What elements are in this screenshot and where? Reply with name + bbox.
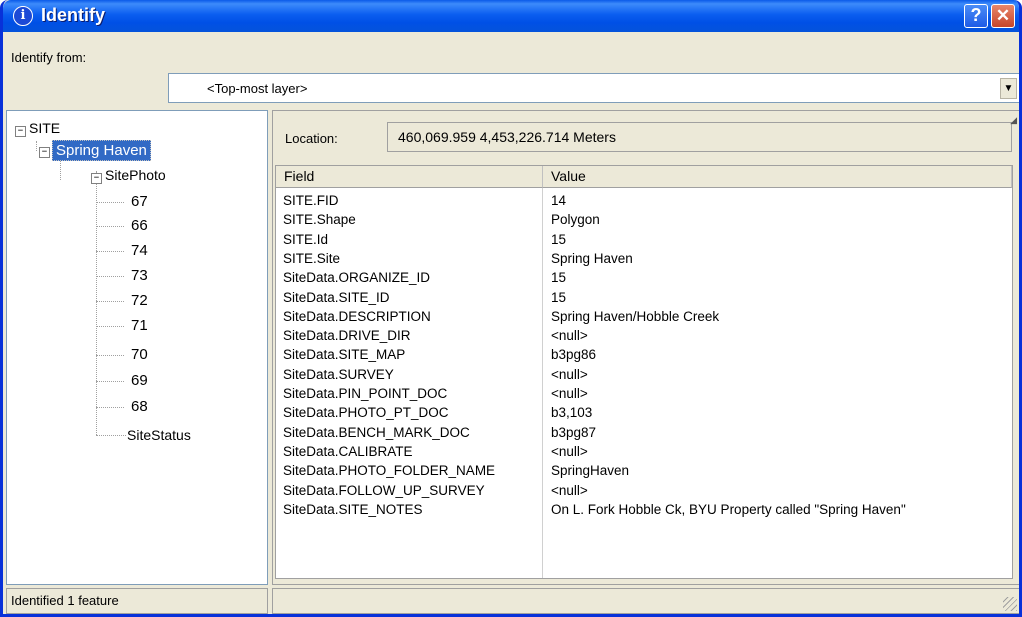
column-header-field[interactable]: Field	[276, 166, 543, 188]
field-cell: SiteData.ORGANIZE_ID	[283, 270, 431, 286]
table-row[interactable]: SiteData.SURVEY <null>	[276, 365, 1012, 384]
field-cell: SITE.Site	[283, 250, 341, 266]
value-cell: 14	[551, 193, 567, 208]
field-cell: SiteData.CALIBRATE	[283, 443, 413, 459]
value-cell: 15	[551, 289, 567, 305]
table-row[interactable]: SiteData.SITE_ID 15	[276, 288, 1012, 307]
table-row[interactable]: SiteData.FOLLOW_UP_SURVEY <null>	[276, 481, 1012, 500]
value-cell: Spring Haven	[551, 250, 633, 266]
table-row[interactable]: SiteData.DRIVE_DIR <null>	[276, 326, 1012, 345]
resize-grip-icon[interactable]	[1003, 597, 1017, 611]
tree-node-site[interactable]: SITE	[29, 120, 60, 136]
tree-node-photo-item[interactable]: 67	[131, 193, 148, 210]
value-cell: 15	[551, 231, 567, 247]
pin-icon[interactable]: ◢	[1010, 115, 1017, 126]
table-row[interactable]: SITE.Site Spring Haven	[276, 249, 1012, 268]
tree-node-sitephoto[interactable]: SitePhoto	[105, 167, 166, 183]
field-cell: SiteData.FOLLOW_UP_SURVEY	[283, 482, 485, 498]
field-cell: SiteData.PHOTO_FOLDER_NAME	[283, 463, 496, 479]
identify-from-label: Identify from:	[11, 50, 87, 65]
value-cell: Polygon	[551, 212, 600, 228]
close-button[interactable]: ✕	[991, 4, 1015, 28]
tree-node-photo-item[interactable]: 69	[131, 372, 148, 389]
table-row[interactable]: SiteData.PHOTO_PT_DOC b3,103	[276, 403, 1012, 422]
tree-node-photo-item[interactable]: 71	[131, 317, 148, 334]
tree-node-photo-item[interactable]: 68	[131, 398, 148, 415]
field-cell: SITE.FID	[283, 193, 339, 208]
identify-window: i Identify ? ✕ Identify from: <Top-most …	[0, 0, 1022, 617]
attributes-pane: Location: 460,069.959 4,453,226.714 Mete…	[272, 110, 1019, 585]
table-row[interactable]: SITE.Id 15	[276, 230, 1012, 249]
tree-node-sitestatus[interactable]: SiteStatus	[127, 427, 191, 443]
identify-from-dropdown[interactable]: <Top-most layer> ▼	[168, 73, 1019, 103]
field-cell: SiteData.DESCRIPTION	[283, 308, 431, 324]
status-bar-right	[272, 588, 1019, 614]
table-row[interactable]: SITE.FID 14	[276, 191, 1012, 210]
value-cell: <null>	[551, 482, 588, 498]
field-cell: SiteData.SITE_ID	[283, 289, 390, 305]
table-row[interactable]: SiteData.PHOTO_FOLDER_NAME SpringHaven	[276, 461, 1012, 480]
value-cell: <null>	[551, 328, 588, 344]
table-row[interactable]: SiteData.SITE_NOTES On L. Fork Hobble Ck,…	[276, 500, 1012, 519]
table-row[interactable]: SiteData.PIN_POINT_DOC <null>	[276, 384, 1012, 403]
window-title: Identify	[41, 5, 106, 25]
info-icon: i	[13, 6, 33, 26]
field-cell: SiteData.SITE_MAP	[283, 347, 406, 363]
value-cell: Spring Haven/Hobble Creek	[551, 308, 720, 324]
table-row[interactable]: SiteData.BENCH_MARK_DOC b3pg87	[276, 423, 1012, 442]
collapse-feature-toggle-icon[interactable]: −	[39, 147, 50, 158]
tree-node-photo-item[interactable]: 70	[131, 346, 148, 363]
table-row[interactable]: SITE.Shape Polygon	[276, 210, 1012, 229]
tree-node-photo-item[interactable]: 74	[131, 242, 148, 259]
value-cell: 15	[551, 270, 567, 286]
field-cell: SiteData.DRIVE_DIR	[283, 328, 411, 344]
identify-from-value: <Top-most layer>	[207, 81, 308, 96]
location-field: 460,069.959 4,453,226.714 Meters	[387, 122, 1012, 152]
table-row[interactable]: SiteData.CALIBRATE <null>	[276, 442, 1012, 461]
value-cell: <null>	[551, 366, 588, 382]
value-cell: <null>	[551, 386, 588, 401]
value-cell: b3pg87	[551, 424, 597, 440]
value-cell: SpringHaven	[551, 463, 630, 479]
tree-node-photo-item[interactable]: 73	[131, 267, 148, 284]
collapse-site-toggle-icon[interactable]: −	[15, 126, 26, 137]
value-cell: b3,103	[551, 405, 593, 421]
table-row[interactable]: SiteData.SITE_MAP b3pg86	[276, 345, 1012, 364]
column-header-value[interactable]: Value	[543, 166, 1012, 188]
tree-node-feature-selected[interactable]: Spring Haven	[52, 140, 151, 161]
table-row[interactable]: SiteData.DESCRIPTION Spring Haven/Hobble …	[276, 307, 1012, 326]
attribute-table: Field Value SITE.FID 14 SITE.Shape Polygon S…	[275, 165, 1013, 579]
location-label: Location:	[285, 131, 338, 146]
field-cell: SITE.Shape	[283, 212, 356, 228]
status-bar-text: Identified 1 feature	[6, 588, 268, 614]
location-value: 460,069.959 4,453,226.714 Meters	[398, 129, 616, 145]
feature-tree[interactable]: − SITE − Spring Haven − SitePhoto 67 66 …	[6, 110, 268, 585]
field-cell: SiteData.PHOTO_PT_DOC	[283, 405, 449, 421]
value-cell: b3pg86	[551, 347, 597, 363]
help-button[interactable]: ?	[964, 4, 988, 28]
tree-node-photo-item[interactable]: 66	[131, 217, 148, 234]
tree-node-photo-item[interactable]: 72	[131, 292, 148, 309]
field-cell: SiteData.SITE_NOTES	[283, 501, 423, 517]
collapse-sitephoto-toggle-icon[interactable]: −	[91, 173, 102, 184]
field-cell: SiteData.PIN_POINT_DOC	[283, 386, 448, 401]
title-bar[interactable]: i Identify ? ✕	[3, 0, 1019, 32]
field-cell: SiteData.BENCH_MARK_DOC	[283, 424, 470, 440]
value-cell: <null>	[551, 443, 588, 459]
value-cell: On L. Fork Hobble Ck, BYU Property calle…	[551, 501, 906, 517]
table-row[interactable]: SiteData.ORGANIZE_ID 15	[276, 268, 1012, 287]
field-cell: SiteData.SURVEY	[283, 366, 394, 382]
field-cell: SITE.Id	[283, 231, 329, 247]
dropdown-arrow-icon[interactable]: ▼	[1000, 78, 1017, 99]
